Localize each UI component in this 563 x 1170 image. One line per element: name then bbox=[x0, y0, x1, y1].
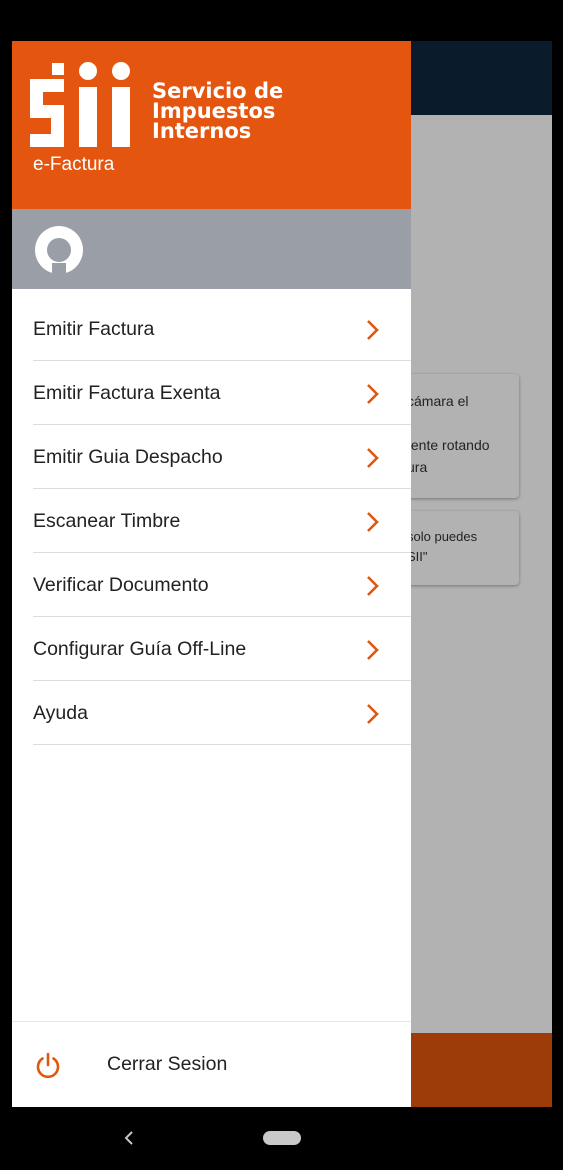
organization-name: Servicio de Impuestos Internos bbox=[152, 79, 284, 143]
menu-item-label: Verificar Documento bbox=[33, 574, 209, 596]
menu-item-emitir-factura-exenta[interactable]: Emitir Factura Exenta bbox=[12, 361, 411, 425]
power-icon bbox=[36, 1052, 60, 1079]
drawer-menu: Emitir Factura Emitir Factura Exenta Emi… bbox=[12, 297, 411, 745]
drawer-header: Servicio de Impuestos Internos e-Factura bbox=[12, 41, 411, 209]
chevron-right-icon bbox=[367, 512, 379, 532]
home-pill-icon[interactable] bbox=[263, 1131, 301, 1145]
menu-item-label: Ayuda bbox=[33, 702, 88, 724]
menu-item-escanear-timbre[interactable]: Escanear Timbre bbox=[12, 489, 411, 553]
chevron-right-icon bbox=[367, 448, 379, 468]
app-name: e-Factura bbox=[33, 154, 115, 175]
navigation-drawer: Servicio de Impuestos Internos e-Factura… bbox=[12, 41, 411, 1107]
menu-item-ayuda[interactable]: Ayuda bbox=[12, 681, 411, 745]
chevron-right-icon bbox=[367, 640, 379, 660]
chevron-right-icon bbox=[367, 576, 379, 596]
status-bar bbox=[12, 0, 552, 41]
organization-name-line: Impuestos bbox=[152, 99, 276, 123]
menu-item-configurar-guia-off-line[interactable]: Configurar Guía Off-Line bbox=[12, 617, 411, 681]
sii-logo-icon bbox=[30, 62, 130, 147]
menu-item-label: Escanear Timbre bbox=[33, 510, 181, 532]
menu-item-label: Emitir Factura bbox=[33, 318, 155, 340]
system-navigation-bar bbox=[12, 1107, 552, 1170]
organization-name-line: Internos bbox=[152, 119, 252, 143]
menu-item-emitir-factura[interactable]: Emitir Factura bbox=[12, 297, 411, 361]
chevron-right-icon bbox=[367, 320, 379, 340]
divider bbox=[33, 744, 411, 745]
menu-item-label: Emitir Factura Exenta bbox=[33, 382, 221, 404]
user-avatar-icon[interactable] bbox=[32, 223, 86, 277]
menu-item-verificar-documento[interactable]: Verificar Documento bbox=[12, 553, 411, 617]
phone-screen: cámara el tente rotando ura solo puedes … bbox=[12, 0, 552, 1170]
logout-button[interactable]: Cerrar Sesion bbox=[12, 1022, 411, 1107]
back-icon[interactable] bbox=[120, 1129, 138, 1147]
chevron-right-icon bbox=[367, 384, 379, 404]
user-bar bbox=[12, 209, 411, 289]
chevron-right-icon bbox=[367, 704, 379, 724]
menu-item-label: Emitir Guia Despacho bbox=[33, 446, 223, 468]
menu-item-label: Configurar Guía Off-Line bbox=[33, 638, 247, 660]
logout-label: Cerrar Sesion bbox=[107, 1053, 228, 1075]
menu-item-emitir-guia-despacho[interactable]: Emitir Guia Despacho bbox=[12, 425, 411, 489]
organization-name-line: Servicio de bbox=[152, 79, 284, 103]
